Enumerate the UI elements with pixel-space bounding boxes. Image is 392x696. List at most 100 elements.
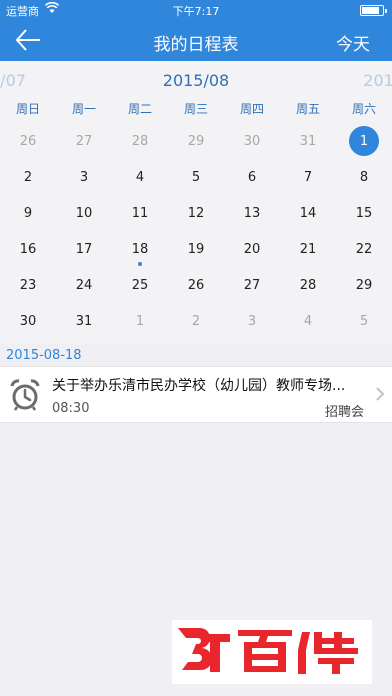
day-number: 21 [299,241,317,257]
day-cell[interactable]: 27 [56,123,112,159]
day-number: 3 [247,313,257,329]
status-bar: 运营商 下午7:17 [0,0,392,20]
next-month-label[interactable]: 2015 [363,71,392,90]
event-category: 招聘会 [324,405,364,420]
weekday-label: 周三 [183,102,208,116]
day-cell-with-event[interactable]: 18 [112,231,168,267]
day-cell[interactable]: 6 [224,159,280,195]
weekday-header: 周日 周一 周二 周三 周四 周五 周六 [0,100,392,120]
selected-day-cell[interactable]: 1 [336,123,392,159]
weekday-label: 周四 [239,102,264,116]
day-number: 16 [19,241,37,257]
day-number: 5 [191,169,201,185]
day-cell[interactable]: 3 [224,303,280,339]
calendar: 5/07 2015/08 2015 周日 周一 周二 周三 周四 周五 周六 2… [0,61,392,343]
day-cell[interactable]: 21 [280,231,336,267]
day-cell[interactable]: 17 [56,231,112,267]
status-time: 下午7:17 [172,5,220,18]
day-number: 1 [135,313,145,329]
day-number: 28 [299,277,317,293]
day-number: 4 [135,169,145,185]
day-number: 7 [303,169,313,185]
day-cell[interactable]: 15 [336,195,392,231]
day-cell[interactable]: 3 [56,159,112,195]
day-cell[interactable]: 11 [112,195,168,231]
event-title: 关于举办乐清市民办学校（幼儿园）教师专场... [52,378,346,394]
day-cell[interactable]: 13 [224,195,280,231]
day-number: 2 [191,313,201,329]
day-number: 11 [131,205,149,221]
day-cell[interactable]: 9 [0,195,56,231]
day-cell[interactable]: 24 [56,267,112,303]
chevron-right-icon [374,385,386,403]
day-cell[interactable]: 22 [336,231,392,267]
day-number: 26 [19,133,37,149]
alarm-clock-icon [8,378,42,412]
day-number: 29 [355,277,373,293]
day-number: 30 [19,313,37,329]
day-cell[interactable]: 10 [56,195,112,231]
day-number: 15 [355,205,373,221]
day-cell[interactable]: 25 [112,267,168,303]
day-number: 17 [75,241,93,257]
day-number: 30 [243,133,261,149]
day-cell[interactable]: 26 [0,123,56,159]
day-number: 1 [349,126,379,156]
day-cell[interactable]: 5 [168,159,224,195]
day-cell[interactable]: 16 [0,231,56,267]
day-number: 31 [299,133,317,149]
day-cell[interactable]: 19 [168,231,224,267]
day-number: 8 [359,169,369,185]
day-number: 31 [75,313,93,329]
calendar-week: 23 24 25 26 27 28 29 [0,267,392,303]
day-cell[interactable]: 20 [224,231,280,267]
today-button[interactable]: 今天 [336,30,370,55]
day-cell[interactable]: 4 [112,159,168,195]
day-number: 20 [243,241,261,257]
day-cell[interactable]: 5 [336,303,392,339]
day-cell[interactable]: 30 [224,123,280,159]
event-list-item[interactable]: 关于举办乐清市民办学校（幼儿园）教师专场... 08:30 招聘会 [0,366,392,423]
day-cell[interactable]: 2 [168,303,224,339]
day-number: 24 [75,277,93,293]
day-cell[interactable]: 12 [168,195,224,231]
day-cell[interactable]: 27 [224,267,280,303]
event-date-label: 2015-08-18 [6,348,82,363]
day-cell[interactable]: 4 [280,303,336,339]
day-number: 5 [359,313,369,329]
day-cell[interactable]: 28 [280,267,336,303]
day-number: 4 [303,313,313,329]
weekday-label: 周日 [15,102,40,116]
day-cell[interactable]: 26 [168,267,224,303]
month-header: 5/07 2015/08 2015 [0,69,392,93]
day-number: 6 [247,169,257,185]
weekday-label: 周二 [127,102,152,116]
day-cell[interactable]: 14 [280,195,336,231]
day-number: 13 [243,205,261,221]
day-cell[interactable]: 30 [0,303,56,339]
day-cell[interactable]: 28 [112,123,168,159]
day-cell[interactable]: 7 [280,159,336,195]
day-cell[interactable]: 2 [0,159,56,195]
day-number: 14 [299,205,317,221]
weekday-label: 周六 [351,102,376,116]
day-cell[interactable]: 29 [168,123,224,159]
day-cell[interactable]: 31 [280,123,336,159]
nav-bar: 我的日程表 今天 [0,20,392,61]
day-number: 29 [187,133,205,149]
day-cell[interactable]: 31 [56,303,112,339]
event-marker-dot [138,262,142,266]
battery-icon [360,5,387,16]
day-cell[interactable]: 23 [0,267,56,303]
day-number: 18 [131,241,149,257]
current-month-label: 2015/08 [162,71,230,90]
page-title: 我的日程表 [153,35,239,55]
day-number: 3 [79,169,89,185]
day-cell[interactable]: 8 [336,159,392,195]
day-cell[interactable]: 29 [336,267,392,303]
calendar-week: 2 3 4 5 6 7 8 [0,159,392,195]
day-number: 28 [131,133,149,149]
day-cell[interactable]: 1 [112,303,168,339]
day-number: 26 [187,277,205,293]
calendar-week: 30 31 1 2 3 4 5 [0,303,392,339]
